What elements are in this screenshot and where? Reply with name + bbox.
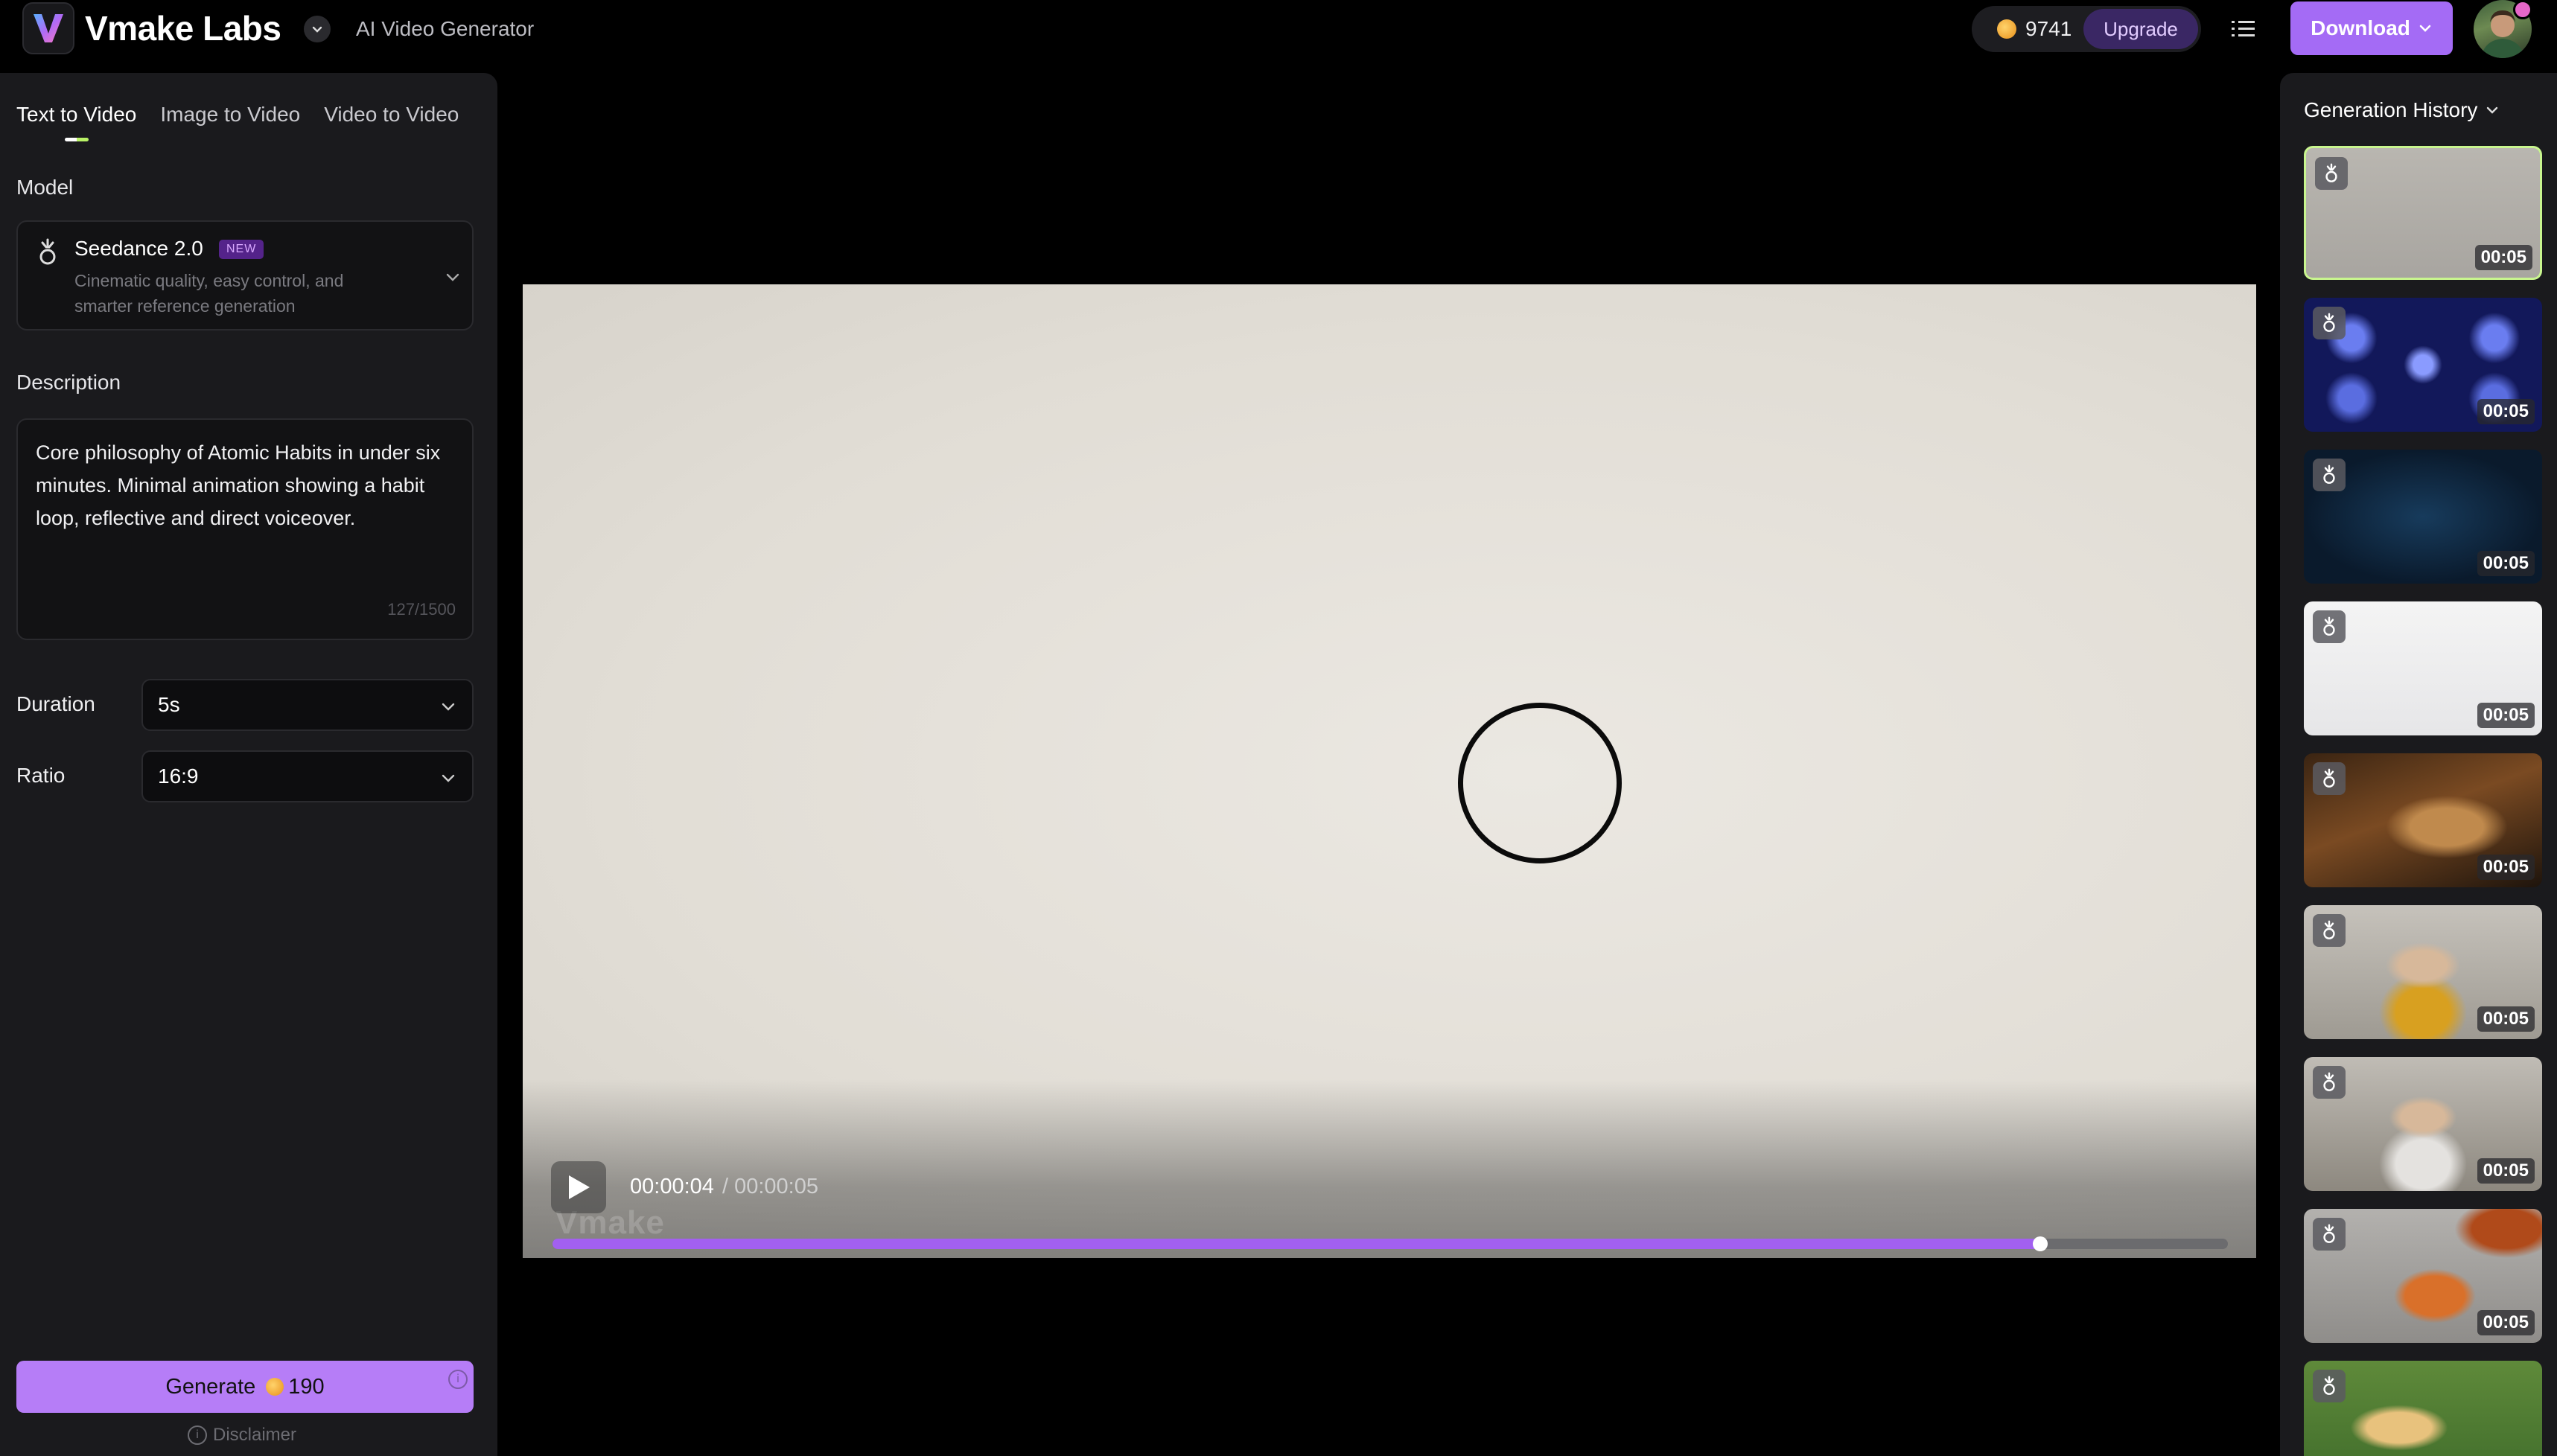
description-label: Description	[16, 371, 121, 394]
model-description: Cinematic quality, easy control, and sma…	[74, 271, 344, 316]
description-text[interactable]: Core philosophy of Atomic Habits in unde…	[36, 436, 453, 534]
seedance-model-icon	[2313, 762, 2346, 795]
thumbnail-duration: 00:05	[2477, 1158, 2535, 1184]
duration-label: Duration	[16, 692, 95, 715]
thumbnail-duration: 00:05	[2477, 399, 2535, 424]
info-icon: i	[188, 1425, 207, 1445]
generation-history-panel: Generation History 00:05 00:05 00:05 00:05 0…	[2280, 73, 2557, 1456]
chevron-down-icon	[2487, 106, 2498, 114]
seedance-model-icon	[2313, 1066, 2346, 1099]
history-thumbnail[interactable]: 00:05	[2304, 1209, 2542, 1343]
current-time: 00:00:04	[630, 1175, 714, 1198]
chevron-down-icon	[446, 273, 459, 281]
disclaimer-label: Disclaimer	[213, 1425, 297, 1445]
generate-label: Generate	[165, 1374, 256, 1399]
video-player[interactable]: Vmake 00:00:04 / 00:00:05	[523, 284, 2256, 1258]
history-thumbnail[interactable]: 00:05	[2304, 905, 2542, 1039]
seedance-model-icon	[39, 238, 56, 265]
vmake-logo-icon[interactable]	[22, 2, 74, 54]
chevron-down-icon	[442, 703, 455, 711]
ratio-select[interactable]: 16:9	[141, 750, 474, 802]
play-icon	[569, 1175, 590, 1199]
task-list-icon[interactable]	[2229, 15, 2258, 43]
seedance-model-icon	[2313, 1218, 2346, 1251]
tab-video-to-video[interactable]: Video to Video	[324, 100, 459, 130]
chevron-down-icon	[2419, 25, 2431, 32]
loading-ring-icon	[1458, 703, 1622, 863]
seedance-model-icon	[2313, 1370, 2346, 1402]
progress-bar[interactable]	[553, 1236, 2228, 1251]
coin-icon	[1997, 19, 2016, 39]
history-thumbnail[interactable]: 00:05	[2304, 298, 2542, 432]
app-subtitle: AI Video Generator	[356, 17, 535, 40]
duration-value: 5s	[158, 693, 180, 716]
credits-pill: 9741 Upgrade	[1972, 6, 2201, 52]
seedance-model-icon	[2313, 914, 2346, 947]
total-time: / 00:00:05	[722, 1175, 818, 1198]
history-title: Generation History	[2304, 98, 2478, 121]
history-thumbnail[interactable]: 00:05	[2304, 753, 2542, 887]
upgrade-button[interactable]: Upgrade	[2083, 9, 2198, 49]
app-name[interactable]: Vmake Labs	[85, 6, 281, 51]
model-selector[interactable]: Seedance 2.0 NEW Cinematic quality, easy…	[16, 220, 474, 331]
credits-value: 9741	[2025, 17, 2072, 40]
tab-image-to-video[interactable]: Image to Video	[160, 100, 300, 130]
progress-fill	[553, 1239, 2040, 1249]
seedance-model-icon	[2313, 307, 2346, 339]
duration-select[interactable]: 5s	[141, 679, 474, 731]
progress-handle[interactable]	[2033, 1236, 2048, 1251]
model-name: Seedance 2.0	[74, 237, 203, 260]
thumbnail-duration: 00:05	[2477, 855, 2535, 880]
tab-text-to-video[interactable]: Text to Video	[16, 100, 136, 141]
coin-icon	[266, 1378, 284, 1396]
app-switcher-chevron-icon[interactable]	[304, 16, 331, 42]
top-bar: Vmake Labs AI Video Generator 9741 Upgra…	[0, 0, 2557, 58]
info-icon[interactable]: i	[448, 1370, 468, 1389]
play-button[interactable]	[551, 1161, 606, 1213]
history-thumbnail[interactable]: 00:05	[2304, 146, 2542, 280]
seedance-model-icon	[2313, 610, 2346, 643]
controls-gradient	[523, 1079, 2256, 1258]
thumbnail-duration: 00:05	[2477, 1310, 2535, 1335]
generate-button[interactable]: Generate 190	[16, 1361, 474, 1413]
notification-badge	[2513, 0, 2532, 19]
thumbnail-duration: 00:05	[2477, 1006, 2535, 1032]
generation-history-dropdown[interactable]: Generation History	[2304, 97, 2500, 124]
mode-tabs: Text to Video Image to Video Video to Vi…	[16, 100, 459, 141]
history-thumbnail[interactable]: 00:05	[2304, 450, 2542, 584]
description-textarea[interactable]: Core philosophy of Atomic Habits in unde…	[16, 418, 474, 640]
history-thumbnail[interactable]: 00:05	[2304, 1057, 2542, 1191]
disclaimer-link[interactable]: i Disclaimer	[188, 1425, 296, 1446]
thumbnail-duration: 00:05	[2477, 551, 2535, 576]
seedance-model-icon	[2315, 157, 2348, 190]
ratio-value: 16:9	[158, 764, 199, 788]
thumbnail-duration: 00:05	[2477, 703, 2535, 728]
history-thumbnail[interactable]: 00:05	[2304, 601, 2542, 735]
download-label: Download	[2311, 16, 2410, 39]
model-label: Model	[16, 176, 74, 199]
ratio-label: Ratio	[16, 764, 66, 787]
character-count: 127/1500	[387, 600, 456, 619]
thumbnail-duration: 00:05	[2474, 245, 2532, 270]
seedance-model-icon	[2313, 459, 2346, 491]
download-button[interactable]: Download	[2290, 1, 2453, 55]
chevron-down-icon	[442, 774, 455, 782]
history-thumbnail[interactable]: 00:05	[2304, 1361, 2542, 1456]
new-badge: NEW	[219, 240, 264, 259]
generate-cost: 190	[288, 1374, 325, 1399]
generator-panel: Text to Video Image to Video Video to Vi…	[0, 73, 497, 1456]
